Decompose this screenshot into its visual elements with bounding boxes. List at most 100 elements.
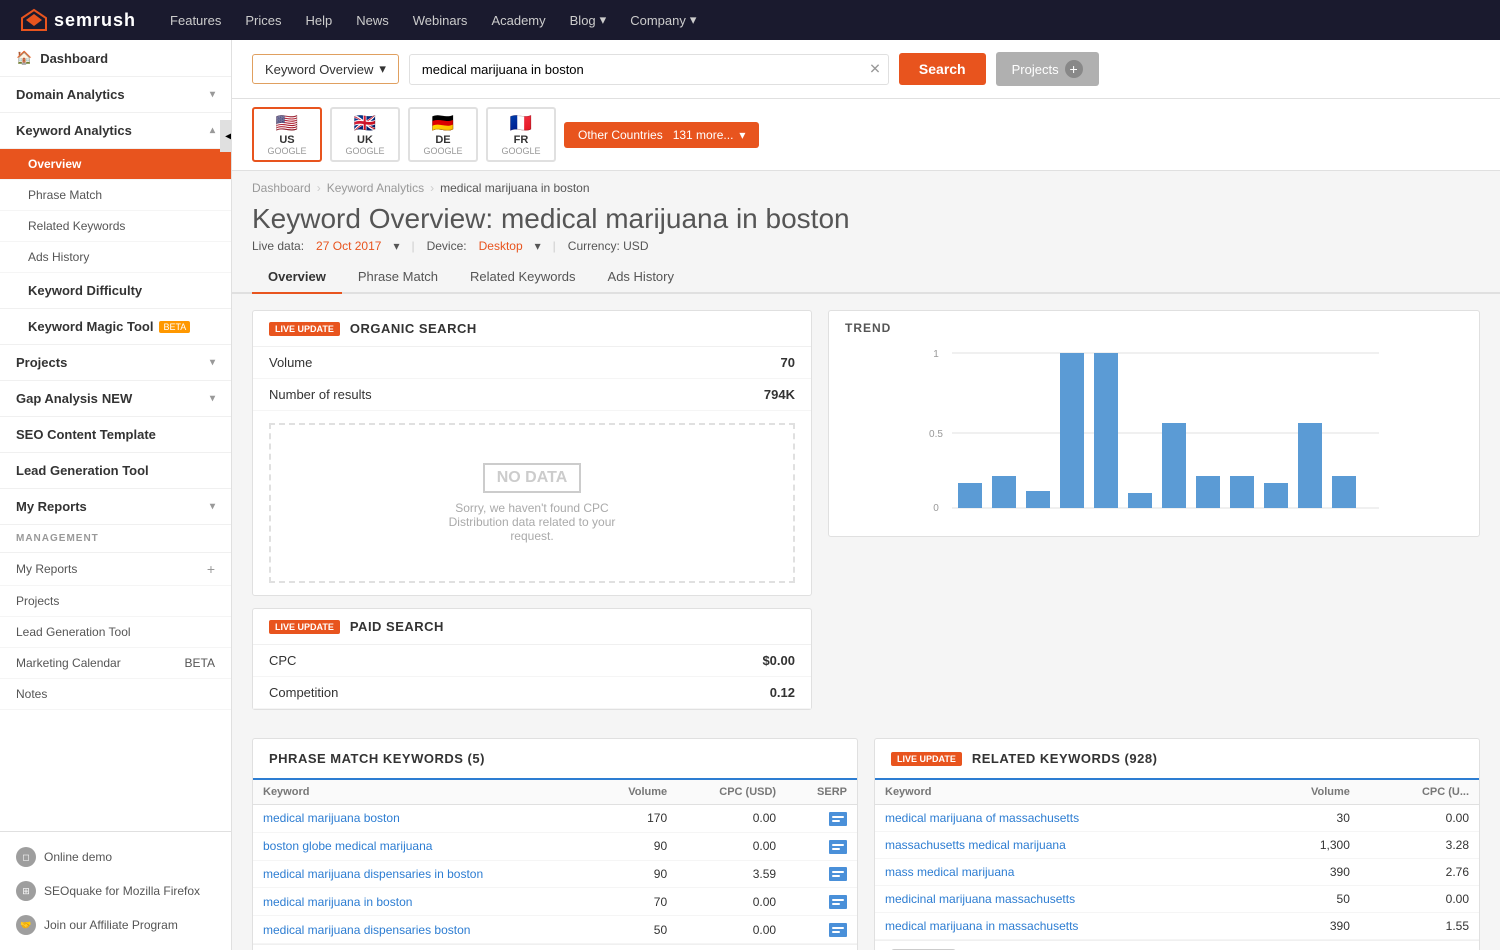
keyword-link[interactable]: mass medical marijuana: [885, 865, 1014, 879]
paid-search-card: live update PAID SEARCH CPC $0.00 Compet…: [252, 608, 812, 710]
nav-news[interactable]: News: [356, 13, 389, 28]
chevron-down-icon: ▾: [210, 501, 215, 512]
svg-text:1: 1: [933, 349, 939, 360]
management-item-marketing-calendar[interactable]: Marketing Calendar BETA: [0, 648, 231, 679]
bottom-row: PHRASE MATCH KEYWORDS (5) Keyword Volume…: [252, 738, 1480, 950]
sidebar-item-ads-history[interactable]: Ads History: [0, 242, 231, 273]
nav-prices[interactable]: Prices: [245, 13, 281, 28]
col-keyword: Keyword: [875, 780, 1255, 805]
nav-help[interactable]: Help: [305, 13, 332, 28]
sidebar-item-projects[interactable]: Projects ▾: [0, 345, 231, 381]
sidebar-bottom-seoquake[interactable]: ⊞ SEOquake for Mozilla Firefox: [0, 874, 231, 908]
keyword-link[interactable]: medical marijuana in boston: [263, 895, 412, 909]
country-de-button[interactable]: 🇩🇪 DE GOOGLE: [408, 107, 478, 162]
uk-flag: 🇬🇧: [354, 113, 376, 134]
fr-flag: 🇫🇷: [510, 113, 532, 134]
phrase-match-title: PHRASE MATCH KEYWORDS (5): [269, 751, 485, 766]
table-row: Competition 0.12: [253, 677, 811, 709]
sidebar-bottom-online-demo[interactable]: ◻ Online demo: [0, 840, 231, 874]
beta-badge: BETA: [185, 656, 215, 670]
keyword-link[interactable]: medical marijuana in massachusetts: [885, 919, 1078, 933]
sidebar: ◀ 🏠 Dashboard Domain Analytics ▾ Keyword…: [0, 40, 232, 950]
country-fr-button[interactable]: 🇫🇷 FR GOOGLE: [486, 107, 556, 162]
col-cpc: CPC (USD): [677, 780, 786, 805]
projects-button[interactable]: Projects +: [996, 52, 1099, 86]
brand-logo[interactable]: semrush: [20, 8, 136, 32]
sidebar-item-seo-content-template[interactable]: SEO Content Template: [0, 417, 231, 453]
sidebar-collapse-button[interactable]: ◀: [220, 120, 232, 152]
overview-tabs: Overview Phrase Match Related Keywords A…: [232, 261, 1500, 294]
page-title: Keyword Overview: medical marijuana in b…: [252, 203, 1480, 235]
chevron-up-icon: ▴: [210, 125, 215, 136]
trend-title: TREND: [845, 321, 1463, 335]
breadcrumb-keyword-analytics[interactable]: Keyword Analytics: [327, 181, 424, 195]
country-bar: 🇺🇸 US GOOGLE 🇬🇧 UK GOOGLE 🇩🇪 DE GOOGLE 🇫…: [232, 99, 1500, 171]
sidebar-item-related-keywords[interactable]: Related Keywords: [0, 211, 231, 242]
serp-icon[interactable]: [829, 867, 847, 881]
country-us-button[interactable]: 🇺🇸 US GOOGLE: [252, 107, 322, 162]
device-selector[interactable]: Desktop: [479, 239, 523, 253]
nav-academy[interactable]: Academy: [491, 13, 545, 28]
page-title-section: Keyword Overview: medical marijuana in b…: [232, 199, 1500, 261]
search-button[interactable]: Search: [899, 53, 986, 85]
search-input[interactable]: [409, 54, 889, 85]
tab-phrase-match[interactable]: Phrase Match: [342, 261, 454, 294]
breadcrumb-dashboard[interactable]: Dashboard: [252, 181, 311, 195]
chevron-down-icon: ▾: [739, 128, 745, 142]
table-row: CPC $0.00: [253, 645, 811, 677]
sidebar-item-my-reports[interactable]: My Reports ▾: [0, 489, 231, 525]
sidebar-item-keyword-analytics[interactable]: Keyword Analytics ▴: [0, 113, 231, 149]
sidebar-bottom: ◻ Online demo ⊞ SEOquake for Mozilla Fir…: [0, 831, 231, 950]
sidebar-item-dashboard[interactable]: 🏠 Dashboard: [0, 40, 231, 77]
chevron-down-icon: ▾: [210, 89, 215, 100]
management-item-projects[interactable]: Projects: [0, 586, 231, 617]
related-keywords-title: RELATED KEYWORDS (928): [972, 751, 1158, 766]
serp-icon[interactable]: [829, 895, 847, 909]
country-uk-button[interactable]: 🇬🇧 UK GOOGLE: [330, 107, 400, 162]
clear-search-button[interactable]: ✕: [869, 61, 881, 78]
serp-icon[interactable]: [829, 840, 847, 854]
sidebar-item-lead-generation-tool[interactable]: Lead Generation Tool: [0, 453, 231, 489]
keyword-link[interactable]: massachusetts medical marijuana: [885, 838, 1066, 852]
tab-related-keywords[interactable]: Related Keywords: [454, 261, 592, 294]
keyword-link[interactable]: medical marijuana boston: [263, 811, 400, 825]
nav-webinars[interactable]: Webinars: [413, 13, 468, 28]
serp-icon[interactable]: [829, 923, 847, 937]
sidebar-item-domain-analytics[interactable]: Domain Analytics ▾: [0, 77, 231, 113]
organic-search-card: live update ORGANIC SEARCH Volume 70 Num…: [252, 310, 812, 596]
table-row: massachusetts medical marijuana 1,300 3.…: [875, 832, 1479, 859]
chevron-down-icon: ▾: [379, 61, 386, 77]
table-row: medical marijuana dispensaries boston 50…: [253, 916, 857, 944]
serp-icon[interactable]: [829, 812, 847, 826]
management-item-my-reports[interactable]: My Reports +: [0, 553, 231, 586]
tab-overview[interactable]: Overview: [252, 261, 342, 294]
sidebar-item-phrase-match[interactable]: Phrase Match: [0, 180, 231, 211]
phrase-match-card: PHRASE MATCH KEYWORDS (5) Keyword Volume…: [252, 738, 858, 950]
sidebar-item-keyword-difficulty[interactable]: Keyword Difficulty: [0, 273, 231, 309]
keyword-link[interactable]: medical marijuana dispensaries in boston: [263, 867, 483, 881]
tab-ads-history[interactable]: Ads History: [592, 261, 690, 294]
date-picker[interactable]: 27 Oct 2017: [316, 239, 381, 253]
nav-blog[interactable]: Blog ▾: [570, 12, 607, 28]
table-row: medical marijuana boston 170 0.00: [253, 805, 857, 833]
nav-features[interactable]: Features: [170, 13, 221, 28]
sidebar-item-gap-analysis[interactable]: Gap Analysis NEW ▾: [0, 381, 231, 417]
phrase-match-actions: Export View full report: [253, 944, 857, 950]
keyword-link[interactable]: medical marijuana dispensaries boston: [263, 923, 470, 937]
keyword-link[interactable]: medical marijuana of massachusetts: [885, 811, 1079, 825]
management-item-notes[interactable]: Notes: [0, 679, 231, 710]
sidebar-item-keyword-magic-tool[interactable]: Keyword Magic Tool BETA: [0, 309, 231, 345]
table-row: medical marijuana in boston 70 0.00: [253, 888, 857, 916]
related-keywords-actions: Export: [875, 940, 1479, 950]
sidebar-bottom-affiliate[interactable]: 🤝 Join our Affiliate Program: [0, 908, 231, 942]
nav-company[interactable]: Company ▾: [630, 12, 696, 28]
paid-search-table: CPC $0.00 Competition 0.12: [253, 645, 811, 709]
search-type-dropdown[interactable]: Keyword Overview ▾: [252, 54, 399, 84]
management-item-lead-generation[interactable]: Lead Generation Tool: [0, 617, 231, 648]
keyword-link[interactable]: medicinal marijuana massachusetts: [885, 892, 1075, 906]
device-dropdown-arrow: ▾: [535, 239, 541, 253]
other-countries-button[interactable]: Other Countries 131 more... ▾: [564, 122, 759, 148]
sidebar-item-overview[interactable]: Overview: [0, 149, 231, 180]
keyword-link[interactable]: boston globe medical marijuana: [263, 839, 432, 853]
paid-search-title: PAID SEARCH: [350, 619, 444, 634]
